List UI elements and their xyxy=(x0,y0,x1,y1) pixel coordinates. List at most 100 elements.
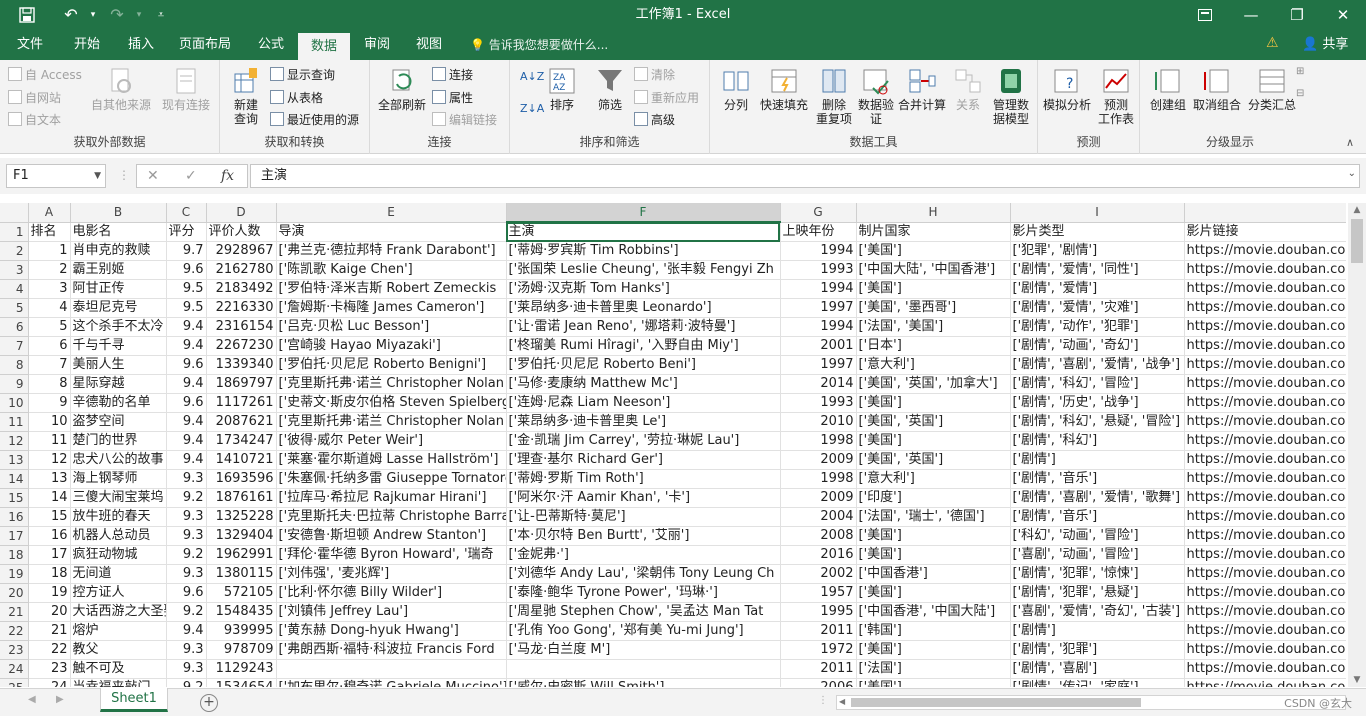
cell[interactable]: ['剧情'] xyxy=(1010,450,1185,470)
expand-formula-icon[interactable]: ⌄ xyxy=(1348,168,1356,179)
cell[interactable]: 9.6 xyxy=(166,260,207,280)
close-button[interactable]: ✕ xyxy=(1320,0,1366,30)
from-access-button[interactable]: 自 Access xyxy=(8,66,82,83)
row-header[interactable]: 23 xyxy=(0,640,29,660)
from-table-button[interactable]: 从表格 xyxy=(270,89,323,106)
cell[interactable]: 1997 xyxy=(780,298,857,318)
cell[interactable]: ['克里斯托弗·诺兰 Christopher Nolan xyxy=(276,374,507,394)
cell[interactable]: 9.4 xyxy=(166,336,207,356)
cell[interactable]: 上映年份 xyxy=(780,222,857,242)
cell[interactable]: 1994 xyxy=(780,317,857,337)
cell[interactable]: ['韩国'] xyxy=(856,621,1011,641)
cell[interactable]: https://movie.douban.com xyxy=(1184,545,1346,565)
cell[interactable]: ['比利·怀尔德 Billy Wilder'] xyxy=(276,583,507,603)
cell[interactable]: 1117261 xyxy=(206,393,277,413)
cell[interactable]: ['美国', '英国'] xyxy=(856,412,1011,432)
cell[interactable]: ['剧情', '喜剧'] xyxy=(1010,659,1185,679)
column-header[interactable]: G xyxy=(780,203,857,223)
cell[interactable]: 2011 xyxy=(780,659,857,679)
cell[interactable]: ['中国大陆', '中国香港'] xyxy=(856,260,1011,280)
cell[interactable]: 1325228 xyxy=(206,507,277,527)
row-header[interactable]: 15 xyxy=(0,488,29,508)
cell[interactable]: 8 xyxy=(28,374,71,394)
cell[interactable]: 1548435 xyxy=(206,602,277,622)
cell[interactable]: ['本·贝尔特 Ben Burtt', '艾丽'] xyxy=(506,526,781,546)
minimize-button[interactable]: — xyxy=(1228,0,1274,30)
cell[interactable]: 泰坦尼克号 xyxy=(70,298,167,318)
cell[interactable]: ['法国'] xyxy=(856,659,1011,679)
row-header[interactable]: 16 xyxy=(0,507,29,527)
cell[interactable]: 1380115 xyxy=(206,564,277,584)
cell[interactable]: 无间道 xyxy=(70,564,167,584)
cell[interactable]: ['印度'] xyxy=(856,488,1011,508)
filter-button[interactable]: 筛选 xyxy=(588,66,632,112)
cell[interactable]: 1957 xyxy=(780,583,857,603)
column-header[interactable]: E xyxy=(276,203,507,223)
cell[interactable]: 3 xyxy=(28,279,71,299)
cell[interactable]: 控方证人 xyxy=(70,583,167,603)
cell[interactable]: ['史蒂文·斯皮尔伯格 Steven Spielberg xyxy=(276,393,507,413)
scroll-down-icon[interactable]: ▼ xyxy=(1348,675,1366,685)
cell[interactable]: 1 xyxy=(28,241,71,261)
cell[interactable]: ['弗兰克·德拉邦特 Frank Darabont'] xyxy=(276,241,507,261)
cell[interactable]: 5 xyxy=(28,317,71,337)
row-header[interactable]: 2 xyxy=(0,241,29,261)
cell[interactable]: 2216330 xyxy=(206,298,277,318)
cell[interactable]: https://movie.douban.com xyxy=(1184,640,1346,660)
cell[interactable]: ['科幻', '动画', '冒险'] xyxy=(1010,526,1185,546)
cell[interactable]: 星际穿越 xyxy=(70,374,167,394)
tab-view[interactable]: 视图 xyxy=(406,30,452,60)
cell[interactable]: 21 xyxy=(28,621,71,641)
cell[interactable]: ['阿米尔·汗 Aamir Khan', '卡'] xyxy=(506,488,781,508)
cell[interactable]: 9.3 xyxy=(166,659,207,679)
cell[interactable]: 1994 xyxy=(780,279,857,299)
cell[interactable]: 辛德勒的名单 xyxy=(70,393,167,413)
cell[interactable]: ['美国', '英国'] xyxy=(856,450,1011,470)
cell[interactable]: ['美国'] xyxy=(856,583,1011,603)
row-header[interactable]: 11 xyxy=(0,412,29,432)
cell[interactable]: https://movie.douban.com xyxy=(1184,621,1346,641)
forecast-sheet-button[interactable]: 预测 工作表 xyxy=(1094,66,1138,126)
cell[interactable]: 2316154 xyxy=(206,317,277,337)
cell[interactable]: ['拜伦·霍华德 Byron Howard', '瑞奇 xyxy=(276,545,507,565)
subtotal-button[interactable]: 分类汇总 xyxy=(1244,66,1300,112)
cell[interactable]: 1329404 xyxy=(206,526,277,546)
data-validation-button[interactable]: 数据验 证 xyxy=(856,66,896,126)
cell[interactable]: 4 xyxy=(28,298,71,318)
tab-data[interactable]: 数据 xyxy=(298,33,350,60)
chevron-down-icon[interactable]: ▼ xyxy=(94,165,101,187)
cell[interactable]: 电影名 xyxy=(70,222,167,242)
cell[interactable]: ['剧情', '传记', '家庭'] xyxy=(1010,678,1185,687)
warning-icon[interactable]: ⚠ xyxy=(1266,35,1279,51)
relationships-button[interactable]: 关系 xyxy=(950,66,986,112)
cell[interactable]: ['剧情', '喜剧', '爱情', '战争'] xyxy=(1010,355,1185,375)
cell[interactable]: https://movie.douban.com xyxy=(1184,564,1346,584)
cell[interactable]: ['美国', '墨西哥'] xyxy=(856,298,1011,318)
cell[interactable]: 忠犬八公的故事 xyxy=(70,450,167,470)
cell[interactable]: https://movie.douban.com xyxy=(1184,602,1346,622)
undo-dropdown-icon[interactable]: ▾ xyxy=(80,0,106,30)
cell[interactable]: ['剧情', '爱情', '同性'] xyxy=(1010,260,1185,280)
row-header[interactable]: 13 xyxy=(0,450,29,470)
cell[interactable]: 9.5 xyxy=(166,298,207,318)
cell[interactable]: 9.3 xyxy=(166,526,207,546)
group-button[interactable]: 创建组 xyxy=(1144,66,1192,112)
cell[interactable]: ['中国香港', '中国大陆'] xyxy=(856,602,1011,622)
cell[interactable]: ['剧情', '犯罪'] xyxy=(1010,640,1185,660)
cell[interactable]: https://movie.douban.com xyxy=(1184,659,1346,679)
cell[interactable]: ['宫崎骏 Hayao Miyazaki'] xyxy=(276,336,507,356)
existing-connections-button[interactable]: 现有连接 xyxy=(158,66,214,112)
cell[interactable]: 机器人总动员 xyxy=(70,526,167,546)
restore-button[interactable]: ❐ xyxy=(1274,0,1320,30)
cell[interactable]: 2004 xyxy=(780,507,857,527)
column-header[interactable]: C xyxy=(166,203,207,223)
cell[interactable]: 1993 xyxy=(780,260,857,280)
row-header[interactable]: 25 xyxy=(0,678,29,687)
cell[interactable]: 1972 xyxy=(780,640,857,660)
cell[interactable]: ['泰隆·鲍华 Tyrone Power', '玛琳·'] xyxy=(506,583,781,603)
cell[interactable]: 1410721 xyxy=(206,450,277,470)
row-header[interactable]: 10 xyxy=(0,393,29,413)
cell[interactable]: 9.4 xyxy=(166,621,207,641)
cell[interactable]: ['罗伯托·贝尼尼 Roberto Beni'] xyxy=(506,355,781,375)
clear-button[interactable]: 清除 xyxy=(634,66,675,83)
